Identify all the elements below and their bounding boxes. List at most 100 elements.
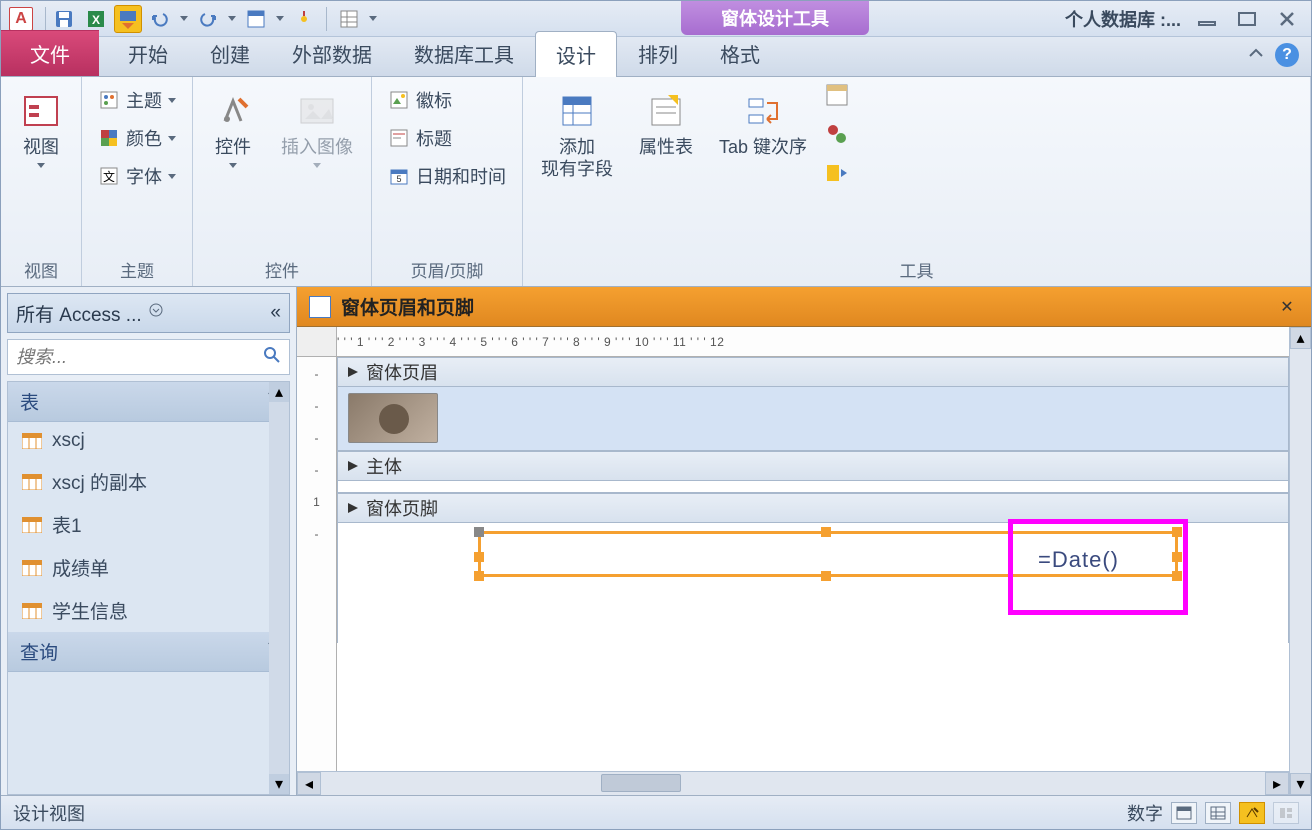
- nav-item-table[interactable]: 学生信息: [8, 589, 289, 632]
- property-sheet-button[interactable]: 属性表: [631, 83, 701, 165]
- title-label: 标题: [416, 125, 452, 151]
- ribbon-group-themes: 主题 颜色 文 字体 主题: [82, 77, 193, 286]
- themes-button[interactable]: 主题: [92, 83, 182, 117]
- scroll-left-icon[interactable]: ◂: [297, 772, 321, 795]
- ribbon-group-header-footer: 徽标 标题 5 日期和时间 页眉/页脚: [372, 77, 523, 286]
- fonts-icon: 文: [98, 165, 120, 187]
- scroll-down-icon[interactable]: ▾: [269, 774, 289, 794]
- close-button[interactable]: [1273, 9, 1301, 29]
- redo-icon[interactable]: [194, 5, 222, 33]
- tab-home[interactable]: 开始: [107, 30, 189, 76]
- tab-order-button[interactable]: Tab 键次序: [711, 83, 815, 165]
- resize-handle[interactable]: [1172, 552, 1182, 562]
- detail-body[interactable]: [337, 481, 1289, 493]
- view-label: 视图: [23, 137, 59, 159]
- tab-create[interactable]: 创建: [189, 30, 271, 76]
- scroll-down-icon[interactable]: ▾: [1290, 773, 1311, 795]
- add-existing-fields-button[interactable]: 添加现有字段: [533, 83, 621, 186]
- tab-arrange[interactable]: 排列: [617, 30, 699, 76]
- resize-handle[interactable]: [1172, 527, 1182, 537]
- nav-search-input[interactable]: [16, 347, 263, 368]
- vertical-scrollbar[interactable]: ▴ ▾: [1289, 327, 1311, 795]
- resize-handle[interactable]: [821, 527, 831, 537]
- scroll-right-icon[interactable]: ▸: [1265, 772, 1289, 795]
- code-icon[interactable]: [825, 122, 849, 151]
- tab-design[interactable]: 设计: [535, 31, 617, 77]
- nav-category-tables[interactable]: 表 ⌃: [8, 382, 289, 422]
- tab-file[interactable]: 文件: [1, 30, 99, 76]
- excel-export-icon[interactable]: X: [82, 5, 110, 33]
- nav-item-table[interactable]: 表1: [8, 503, 289, 546]
- title-button[interactable]: 标题: [382, 121, 512, 155]
- nav-item-table[interactable]: xscj: [8, 422, 289, 460]
- table-icon: [22, 433, 42, 449]
- form-header-section-bar[interactable]: 窗体页眉: [337, 357, 1289, 387]
- tab-external-data[interactable]: 外部数据: [271, 30, 393, 76]
- image-control[interactable]: [348, 393, 438, 443]
- form-canvas[interactable]: 窗体页眉 主体 窗体页脚: [337, 357, 1289, 771]
- qat-customize-dropdown[interactable]: [367, 16, 379, 21]
- design-view-button[interactable]: [1239, 802, 1265, 824]
- close-icon[interactable]: ✕: [1275, 295, 1299, 319]
- redo-dropdown[interactable]: [226, 16, 238, 21]
- fonts-button[interactable]: 文 字体: [92, 159, 182, 193]
- nav-scrollbar[interactable]: ▴ ▾: [269, 382, 289, 794]
- resize-handle[interactable]: [474, 571, 484, 581]
- scroll-track[interactable]: [321, 772, 1265, 795]
- view-button[interactable]: 视图: [11, 83, 71, 174]
- scroll-up-icon[interactable]: ▴: [269, 382, 289, 402]
- nav-item-table[interactable]: 成绩单: [8, 546, 289, 589]
- quick-access-toolbar: X: [50, 5, 379, 33]
- save-icon[interactable]: [50, 5, 78, 33]
- resize-handle[interactable]: [474, 527, 484, 537]
- nav-category-queries[interactable]: 查询 ⌃: [8, 632, 289, 672]
- nav-item-table[interactable]: xscj 的副本: [8, 460, 289, 503]
- datasheet-icon[interactable]: [335, 5, 363, 33]
- nav-search-box[interactable]: [7, 339, 290, 375]
- horizontal-ruler[interactable]: ' ' ' 1 ' ' ' 2 ' ' ' 3 ' ' ' 4 ' ' ' 5 …: [297, 327, 1289, 357]
- undo-dropdown[interactable]: [178, 16, 190, 21]
- ruler-corner[interactable]: [297, 327, 337, 356]
- resize-handle[interactable]: [1172, 571, 1182, 581]
- logo-button[interactable]: 徽标: [382, 83, 512, 117]
- search-icon[interactable]: [263, 346, 281, 369]
- insert-image-button[interactable]: 插入图像: [273, 83, 361, 174]
- form-footer-section-bar[interactable]: 窗体页脚: [337, 493, 1289, 523]
- logo-icon: [388, 89, 410, 111]
- convert-macros-icon[interactable]: [825, 161, 849, 190]
- nav-pane-collapse-icon[interactable]: «: [270, 302, 281, 324]
- form-dropdown[interactable]: [274, 16, 286, 21]
- date-time-button[interactable]: 5 日期和时间: [382, 159, 512, 193]
- horizontal-scrollbar[interactable]: ◂ ▸: [297, 771, 1289, 795]
- tab-database-tools[interactable]: 数据库工具: [393, 30, 535, 76]
- subform-icon[interactable]: [825, 83, 849, 112]
- controls-button[interactable]: 控件: [203, 83, 263, 174]
- section-selector-icon: [346, 365, 360, 379]
- scroll-thumb[interactable]: [601, 774, 681, 792]
- form-header-body[interactable]: [337, 387, 1289, 451]
- resize-handle[interactable]: [821, 571, 831, 581]
- scroll-up-icon[interactable]: ▴: [1290, 327, 1311, 349]
- resize-handle[interactable]: [474, 552, 484, 562]
- nav-pane-header[interactable]: 所有 Access ... «: [7, 293, 290, 333]
- collapse-ribbon-icon[interactable]: [1247, 46, 1265, 65]
- form-footer-body[interactable]: =Date(): [337, 523, 1289, 643]
- design-mode-icon[interactable]: [114, 5, 142, 33]
- detail-section-bar[interactable]: 主体: [337, 451, 1289, 481]
- help-icon[interactable]: ?: [1275, 43, 1299, 67]
- form-view-button[interactable]: [1171, 802, 1197, 824]
- dropdown-icon: [37, 163, 45, 168]
- document-tab[interactable]: 窗体页眉和页脚 ✕: [297, 287, 1311, 327]
- layout-view-button[interactable]: [1273, 802, 1299, 824]
- datasheet-view-button[interactable]: [1205, 802, 1231, 824]
- group-label-themes: 主题: [92, 253, 182, 286]
- vertical-ruler[interactable]: ----1-: [297, 357, 337, 771]
- form-icon[interactable]: [242, 5, 270, 33]
- tab-format[interactable]: 格式: [699, 30, 781, 76]
- warning-icon[interactable]: [290, 5, 318, 33]
- minimize-button[interactable]: [1193, 9, 1221, 29]
- maximize-button[interactable]: [1233, 9, 1261, 29]
- undo-icon[interactable]: [146, 5, 174, 33]
- colors-button[interactable]: 颜色: [92, 121, 182, 155]
- app-icon: A: [9, 7, 33, 31]
